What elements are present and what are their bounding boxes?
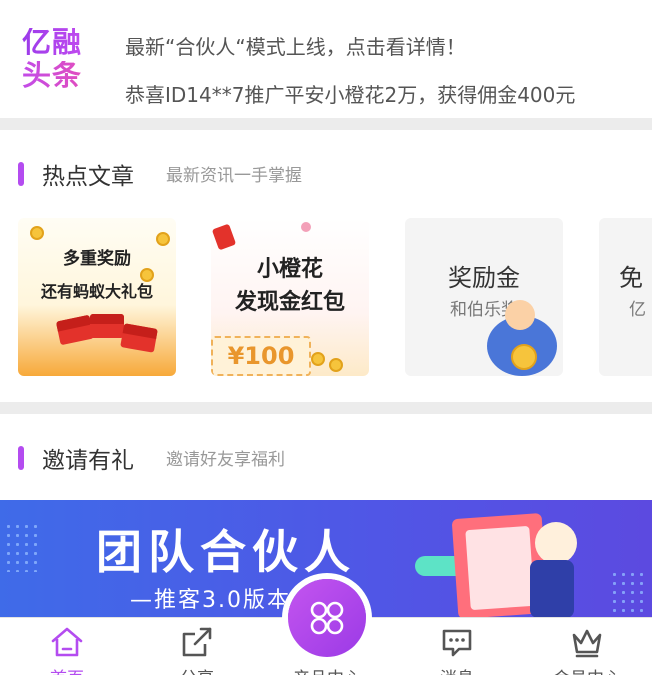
article-card-bonus[interactable]: 奖励金 和伯乐奖 [405,218,563,376]
dot-decoration [301,222,311,232]
article-subtitle: 和伯乐奖 [450,300,518,320]
article-card-orange-flower[interactable]: 小橙花 发现金红包 ¥100 [211,218,369,376]
article-subtitle: 还有蚂蚁大礼包 [40,282,153,301]
invite-section: 邀请有礼 邀请好友享福利 [0,414,652,500]
tab-label: 会员中心 [522,664,652,675]
red-envelope-icon [211,223,237,251]
dot-pattern [610,570,646,618]
article-subtitle: 亿 [629,300,646,320]
coin-icon [311,352,325,366]
tab-member-center[interactable]: 会员中心 [522,618,652,675]
share-icon [182,627,212,657]
person-illustration [535,522,577,564]
crown-icon [572,629,602,658]
yirong-headline-logo: 亿融 头条 [22,28,92,90]
coin-icon [511,344,537,370]
section-subtitle: 邀请好友享福利 [166,450,285,470]
article-title: 免 [619,264,643,292]
banner-subtitle: —推客3.0版本 [130,588,291,613]
section-accent-bar [18,446,24,470]
logo-line-2: 头条 [22,61,92,90]
phone-screen [465,525,535,611]
section-title: 邀请有礼 [42,448,134,474]
logo-line-1: 亿融 [22,28,92,57]
article-title: 小橙花 [256,257,323,282]
message-icon [442,629,472,657]
article-title: 多重奖励 [63,249,131,269]
article-carousel[interactable]: 多重奖励 还有蚂蚁大礼包 小橙花 发现金红包 ¥100 奖励金 和伯乐奖 免 亿 [18,218,652,378]
section-header: 邀请有礼 邀请好友享福利 [0,430,652,486]
coin-icon [30,226,44,240]
person-body [530,560,574,618]
section-subtitle: 最新资讯一手掌握 [166,166,302,186]
cash-ticket: ¥100 [211,336,311,376]
home-icon [51,627,83,657]
red-envelope-icon [120,323,158,353]
tab-label: 产品中心 [262,664,392,675]
section-title: 热点文章 [42,164,134,190]
red-envelope-icon [55,314,95,346]
coin-icon [329,358,343,372]
banner-title: 团队合伙人 [96,525,356,579]
article-title: 奖励金 [448,264,520,292]
hot-articles-section: 热点文章 最新资讯一手掌握 多重奖励 还有蚂蚁大礼包 小橙花 发现金红包 ¥10… [0,130,652,402]
article-card-partial[interactable]: 免 亿 [599,218,652,376]
dot-pattern [4,522,40,572]
tab-share[interactable]: 分享 [132,618,262,675]
tab-messages[interactable]: 消息 [392,618,522,675]
article-card-rewards[interactable]: 多重奖励 还有蚂蚁大礼包 [18,218,176,376]
cartoon-face [505,300,535,330]
news-item[interactable]: 恭喜ID14**7推广平安小橙花2万，获得佣金400元 [125,79,575,108]
tab-label: 消息 [392,664,522,675]
red-envelope-icon [90,314,124,338]
section-header: 热点文章 最新资讯一手掌握 [0,146,652,202]
tab-home[interactable]: 首页 [2,618,132,675]
apps-icon [310,601,344,635]
news-item[interactable]: 最新“合伙人“模式上线，点击看详情！ [125,31,466,60]
headline-card[interactable]: 亿融 头条 最新“合伙人“模式上线，点击看详情！ 恭喜ID14**7推广平安小橙… [0,0,652,118]
tab-label: 分享 [132,664,262,675]
product-center-button[interactable] [288,579,366,657]
section-accent-bar [18,162,24,186]
tab-label: 首页 [2,664,132,675]
article-subtitle: 发现金红包 [234,290,345,315]
